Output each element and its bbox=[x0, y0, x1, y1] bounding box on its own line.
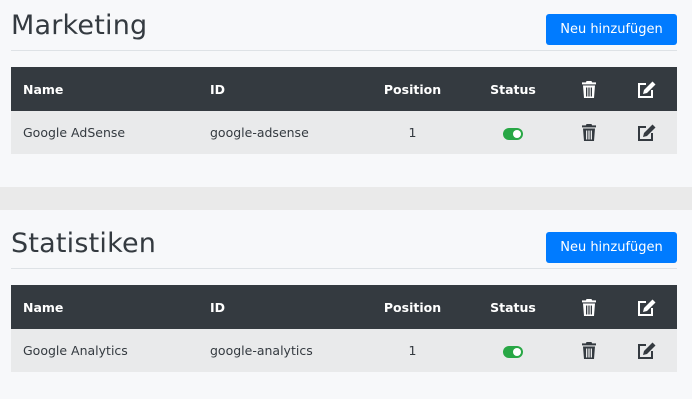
trash-icon bbox=[581, 80, 596, 98]
table-row[interactable]: Google AdSense google-adsense 1 bbox=[11, 111, 677, 154]
table-row[interactable]: Google Analytics google-analytics 1 bbox=[11, 329, 677, 372]
row-status bbox=[465, 329, 561, 372]
trash-icon[interactable] bbox=[581, 342, 596, 359]
column-header-name[interactable]: Name bbox=[11, 285, 210, 329]
edit-icon[interactable] bbox=[637, 124, 656, 141]
add-new-button[interactable]: Neu hinzufügen bbox=[546, 14, 677, 45]
add-new-button[interactable]: Neu hinzufügen bbox=[546, 232, 677, 263]
column-header-delete bbox=[561, 285, 616, 329]
trash-icon[interactable] bbox=[581, 124, 596, 141]
column-header-status[interactable]: Status bbox=[465, 67, 561, 111]
row-id: google-adsense bbox=[210, 125, 309, 140]
edit-icon[interactable] bbox=[637, 342, 656, 359]
section-title: Marketing bbox=[11, 10, 148, 41]
row-delete-cell bbox=[561, 329, 616, 372]
card-header: Marketing Neu hinzufügen bbox=[11, 0, 677, 51]
row-name: Google AdSense bbox=[23, 125, 126, 140]
column-header-edit bbox=[616, 67, 677, 111]
table-header-row: Name ID Position Status bbox=[11, 285, 677, 329]
status-toggle[interactable] bbox=[503, 127, 523, 140]
column-header-id[interactable]: ID bbox=[210, 67, 360, 111]
statistics-card: Statistiken Neu hinzufügen Name ID Posit… bbox=[0, 210, 692, 399]
column-header-name[interactable]: Name bbox=[11, 67, 210, 111]
row-edit-cell bbox=[616, 329, 677, 372]
marketing-card: Marketing Neu hinzufügen Name ID Positio… bbox=[0, 0, 692, 187]
section-title: Statistiken bbox=[11, 228, 157, 259]
column-header-delete bbox=[561, 67, 616, 111]
marketing-table: Name ID Position Status Google AdSense g… bbox=[11, 67, 677, 154]
row-status bbox=[465, 111, 561, 154]
row-position: 1 bbox=[408, 125, 417, 140]
row-id: google-analytics bbox=[210, 343, 313, 358]
statistics-table: Name ID Position Status Google Analytics… bbox=[11, 285, 677, 372]
column-header-status[interactable]: Status bbox=[465, 285, 561, 329]
row-name: Google Analytics bbox=[23, 343, 128, 358]
column-header-edit bbox=[616, 285, 677, 329]
edit-icon bbox=[638, 299, 656, 316]
status-toggle[interactable] bbox=[503, 345, 523, 358]
edit-icon bbox=[638, 81, 656, 98]
card-header: Statistiken Neu hinzufügen bbox=[11, 210, 677, 269]
row-delete-cell bbox=[561, 111, 616, 154]
column-header-id[interactable]: ID bbox=[210, 285, 360, 329]
column-header-position[interactable]: Position bbox=[360, 285, 465, 329]
trash-icon bbox=[581, 298, 596, 316]
table-header-row: Name ID Position Status bbox=[11, 67, 677, 111]
row-position: 1 bbox=[408, 343, 417, 358]
row-edit-cell bbox=[616, 111, 677, 154]
column-header-position[interactable]: Position bbox=[360, 67, 465, 111]
